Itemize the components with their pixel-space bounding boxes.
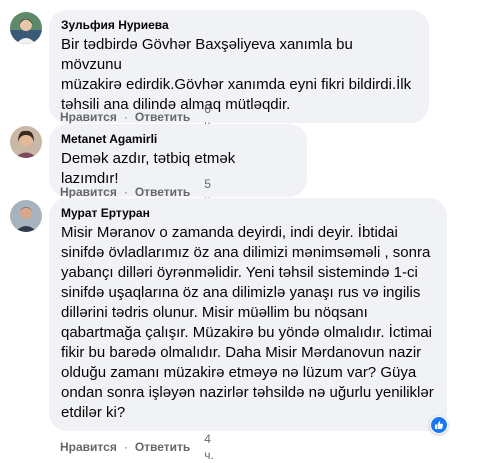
avatar[interactable]: [10, 200, 42, 232]
comment-author[interactable]: Мурат Ертуран: [61, 205, 435, 221]
reply-button[interactable]: Ответить: [135, 109, 190, 125]
reply-button[interactable]: Ответить: [135, 439, 190, 455]
comment-author[interactable]: Metanet Agamirli: [61, 131, 295, 147]
avatar[interactable]: [10, 126, 42, 158]
like-button[interactable]: Нравится: [60, 109, 117, 125]
like-button[interactable]: Нравится: [60, 439, 117, 455]
separator-dot: ·: [123, 110, 128, 124]
comment-timestamp[interactable]: 4 ч.: [204, 431, 214, 463]
separator-dot: ·: [123, 440, 128, 454]
comment-author[interactable]: Зульфия Нуриева: [61, 17, 417, 33]
reaction-badge[interactable]: [430, 416, 448, 434]
avatar[interactable]: [10, 12, 42, 44]
comment-bubble: Мурат Ертуран Misir Məranov o zamanda de…: [49, 198, 447, 431]
comment-text: Misir Məranov o zamanda deyirdi, indi de…: [61, 224, 434, 421]
like-icon: [431, 417, 447, 433]
comment-actions: Нравится · Ответить 4 ч.: [60, 431, 214, 463]
